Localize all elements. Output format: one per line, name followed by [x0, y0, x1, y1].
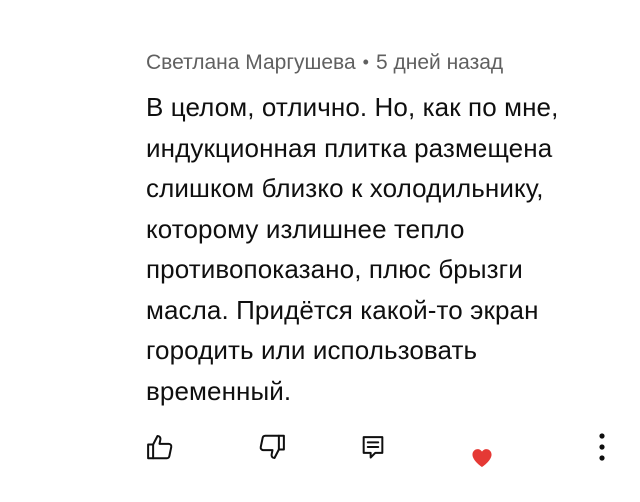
comment-text-line: слишком близко к холодильнику, — [146, 173, 544, 203]
comment-text-line: В целом, отлично. Но, как по мне, — [146, 92, 559, 122]
dislike-button[interactable] — [255, 430, 289, 464]
heart-icon — [472, 449, 492, 468]
comment: Светлана Маргушева • 5 дней назад В целом,… — [146, 44, 616, 411]
comment-text-line: масла. Придётся какой-то экран — [146, 294, 539, 325]
comment-header: Светлана Маргушева • 5 дней назад — [146, 44, 616, 81]
comment-time[interactable]: 5 дней назад — [376, 51, 503, 74]
comment-text-line: противопоказано, плюс брызги — [146, 254, 523, 284]
comment-text-line: которому излишнее тепло — [146, 213, 465, 244]
comment-text: В целом, отлично. Но, как по мне, индукц… — [146, 87, 616, 411]
thumbs-up-icon — [147, 435, 173, 460]
separator-dot: • — [362, 52, 369, 72]
thumbs-down-icon — [259, 434, 285, 459]
comment-text-line: временный. — [146, 375, 292, 406]
comment-text-line: городить или использовать — [146, 335, 478, 365]
author-name[interactable]: Светлана Маргушева — [146, 51, 356, 74]
more-actions-button[interactable] — [590, 428, 614, 466]
reply-button[interactable] — [356, 430, 390, 464]
creator-heart — [469, 446, 495, 470]
reply-icon — [362, 436, 384, 459]
like-button[interactable] — [143, 430, 177, 464]
comment-text-line: индукционная плитка размещена — [146, 132, 553, 163]
more-vertical-icon — [599, 433, 605, 461]
